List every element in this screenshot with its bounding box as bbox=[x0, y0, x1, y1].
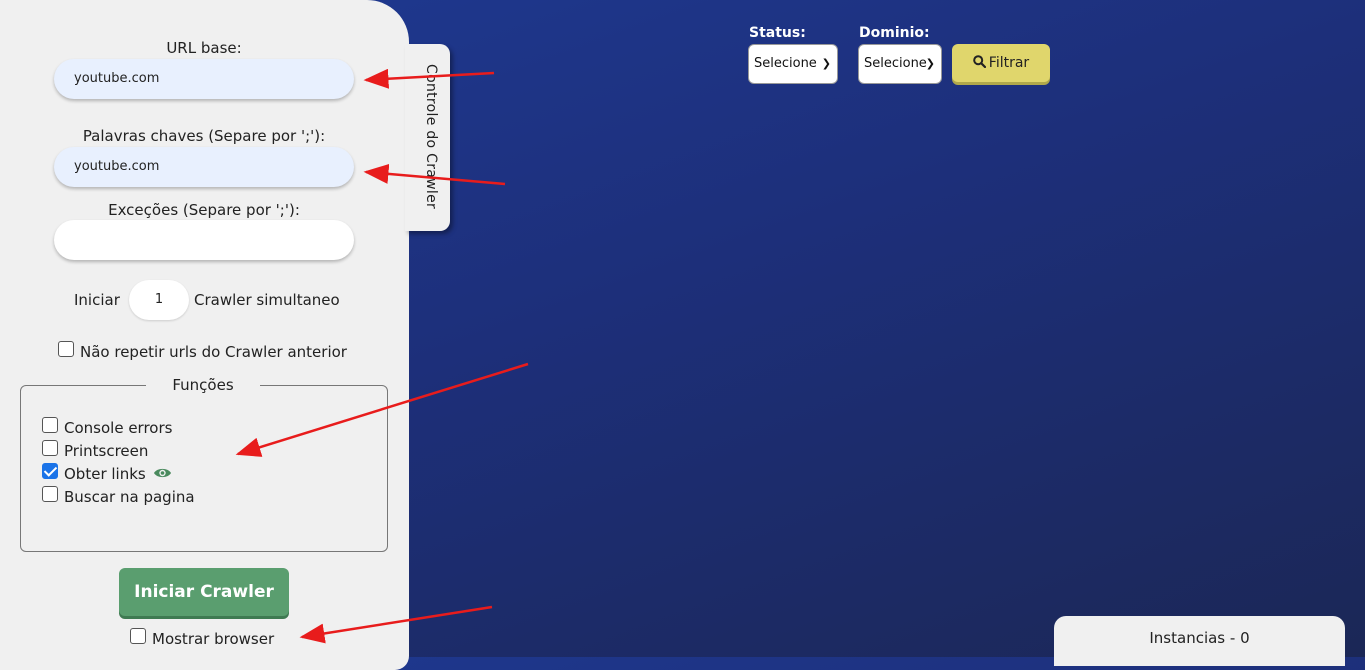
console-errors-checkbox[interactable] bbox=[42, 417, 58, 433]
domain-select-value: Selecione bbox=[864, 56, 927, 71]
start-crawler-button[interactable]: Iniciar Crawler bbox=[119, 568, 289, 616]
obter-links-label: Obter links bbox=[64, 465, 146, 483]
show-browser-label: Mostrar browser bbox=[152, 630, 275, 648]
search-icon bbox=[972, 55, 986, 69]
keywords-input[interactable]: youtube.com bbox=[54, 147, 354, 187]
exceptions-label: Exceções (Separe por ';'): bbox=[108, 201, 300, 219]
console-errors-label: Console errors bbox=[64, 419, 173, 437]
crawler-control-tab[interactable]: Controle do Crawler bbox=[405, 44, 450, 231]
filter-button-label: Filtrar bbox=[988, 55, 1030, 71]
functions-legend: Funções bbox=[146, 376, 260, 394]
simultaneous-crawler-count-input[interactable]: 1 bbox=[129, 280, 189, 320]
no-repeat-urls-label: Não repetir urls do Crawler anterior bbox=[80, 343, 347, 361]
no-repeat-urls-checkbox[interactable] bbox=[58, 341, 74, 357]
domain-filter-label: Dominio: bbox=[859, 25, 930, 41]
buscar-na-pagina-label: Buscar na pagina bbox=[64, 488, 195, 506]
exceptions-input[interactable] bbox=[54, 220, 354, 260]
eye-icon[interactable] bbox=[153, 466, 172, 480]
obter-links-checkbox[interactable] bbox=[42, 463, 58, 479]
buscar-na-pagina-checkbox[interactable] bbox=[42, 486, 58, 502]
status-select[interactable]: Selecione ❯ bbox=[748, 44, 838, 84]
url-base-input[interactable]: youtube.com bbox=[54, 59, 354, 99]
printscreen-label: Printscreen bbox=[64, 442, 149, 460]
chevron-down-icon: ❯ bbox=[821, 57, 831, 70]
filter-button[interactable]: Filtrar bbox=[952, 44, 1050, 82]
keywords-label: Palavras chaves (Separe por ';'): bbox=[82, 127, 326, 145]
status-filter-label: Status: bbox=[749, 25, 806, 41]
show-browser-checkbox[interactable] bbox=[130, 628, 146, 644]
crawler-control-tab-label: Controle do Crawler bbox=[423, 64, 439, 210]
domain-select[interactable]: Selecione ❯ bbox=[858, 44, 942, 84]
chevron-down-icon: ❯ bbox=[925, 57, 935, 70]
status-select-value: Selecione bbox=[754, 56, 817, 71]
simultaneous-prefix-label: Iniciar bbox=[74, 291, 120, 309]
simultaneous-suffix-label: Crawler simultaneo bbox=[194, 291, 340, 309]
instances-counter: Instancias - 0 bbox=[1054, 616, 1345, 666]
printscreen-checkbox[interactable] bbox=[42, 440, 58, 456]
url-base-label: URL base: bbox=[166, 39, 242, 57]
